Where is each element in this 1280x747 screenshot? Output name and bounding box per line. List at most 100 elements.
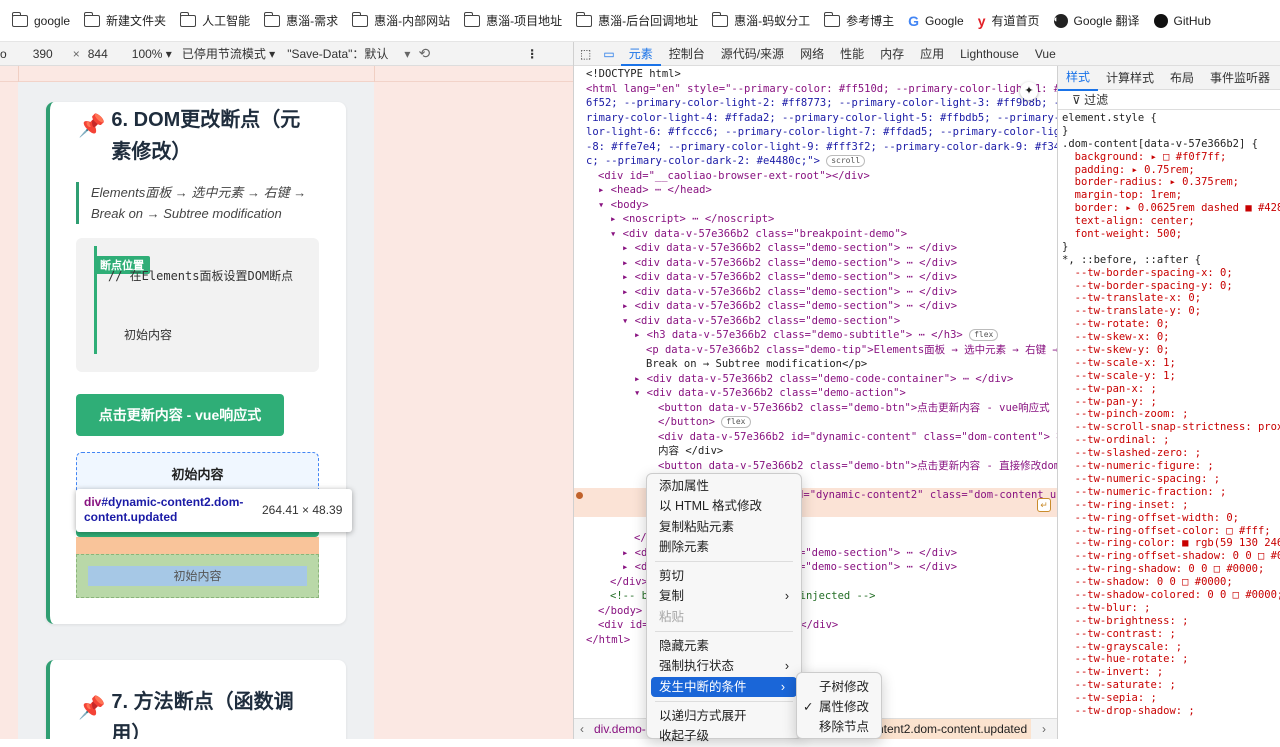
style-rule-line[interactable]: background: ▸ □ #f0f7ff;	[1058, 151, 1280, 164]
dom-tree-line[interactable]: ▸ <div data-v-57e366b2 class="demo-secti…	[574, 256, 1057, 271]
style-rule-line[interactable]: --tw-saturate: ;	[1058, 679, 1280, 692]
breadcrumb-right-arrow[interactable]: ›	[1042, 719, 1046, 739]
style-rule-line[interactable]: --tw-numeric-fraction: ;	[1058, 486, 1280, 499]
devtools-tab[interactable]: 内存	[872, 42, 912, 66]
rotate-icon[interactable]: ⟲	[418, 45, 430, 62]
dom-tree-line[interactable]: <div id="__caoliao-browser-ext-root"></d…	[574, 169, 1057, 184]
dom-tree-line[interactable]: </button> flex	[574, 415, 1057, 430]
throttle-select[interactable]: 已停用节流模式 ▾	[182, 45, 275, 62]
breadcrumb-left-arrow[interactable]: ‹	[580, 719, 584, 739]
style-rule-line[interactable]: --tw-ring-shadow: 0 0 □ #0000;	[1058, 563, 1280, 576]
styles-tab[interactable]: 计算样式	[1098, 66, 1162, 90]
menu-item[interactable]: 发生中断的条件 ›	[651, 676, 797, 697]
style-rule-line[interactable]: --tw-ring-offset-shadow: 0 0 □ #0	[1058, 550, 1280, 563]
style-rule-line[interactable]: margin-top: 1rem;	[1058, 189, 1280, 202]
dom-tree-line[interactable]: 6f52; --primary-color-light-2: #ff8773; …	[574, 96, 1057, 111]
inspect-icon[interactable]: ⬚	[574, 42, 597, 66]
dom-badge[interactable]: flex	[969, 329, 999, 341]
style-rule-line[interactable]: --tw-pinch-zoom: ;	[1058, 408, 1280, 421]
dom-tree-line[interactable]: ▸ <h3 data-v-57e366b2 class="demo-subtit…	[574, 328, 1057, 343]
bookmark-item[interactable]: 惠淄-蚂蚁分工	[711, 11, 810, 29]
style-rule-line[interactable]: --tw-rotate: 0;	[1058, 318, 1280, 331]
dom-tree-line[interactable]: -8: #ffe7e4; --primary-color-light-9: #f…	[574, 140, 1057, 155]
dom-tree-line[interactable]: <html lang="en" style="--primary-color: …	[574, 82, 1057, 97]
menu-item[interactable]: 强制执行状态 ›	[647, 656, 801, 676]
menu-item[interactable]: 删除元素	[647, 537, 801, 557]
menu-item[interactable]: 复制 ›	[647, 586, 801, 606]
style-rule-line[interactable]: --tw-contrast: ;	[1058, 628, 1280, 641]
dom-tree-line[interactable]: lor-light-6: #ffccc6; --primary-color-li…	[574, 125, 1057, 140]
bookmark-item[interactable]: GitHub	[1153, 13, 1211, 28]
style-rule-line[interactable]: element.style {	[1058, 112, 1280, 125]
dom-tree-line[interactable]: ▸ <noscript> ⋯ </noscript>	[574, 212, 1057, 227]
style-rule-line[interactable]: --tw-skew-x: 0;	[1058, 331, 1280, 344]
bookmark-item[interactable]: 惠淄-内部网站	[351, 11, 450, 29]
bookmark-item[interactable]: 人工智能	[179, 11, 250, 29]
device-height-input[interactable]: 844	[88, 47, 108, 61]
dom-tree-line[interactable]: Break on → Subtree modification</p>	[574, 357, 1057, 372]
save-data-select[interactable]: "Save-Data"：默认	[287, 45, 388, 62]
zoom-select[interactable]: 100% ▾	[132, 47, 172, 61]
device-dimensions-label[interactable]: o	[0, 47, 7, 61]
style-rule-line[interactable]: --tw-scroll-snap-strictness: prox	[1058, 421, 1280, 434]
style-rule-line[interactable]: --tw-shadow: 0 0 □ #0000;	[1058, 576, 1280, 589]
menu-item[interactable]: 隐藏元素	[647, 636, 801, 656]
style-rule-line[interactable]: --tw-invert: ;	[1058, 666, 1280, 679]
style-rule-line[interactable]: --tw-hue-rotate: ;	[1058, 653, 1280, 666]
dom-tree-line[interactable]: ▾ <div data-v-57e366b2 class="breakpoint…	[574, 227, 1057, 242]
style-rule-line[interactable]: .dom-content[data-v-57e366b2] {	[1058, 138, 1280, 151]
menu-item[interactable]: 以 HTML 格式修改	[647, 496, 801, 516]
dom-tree-line[interactable]: ▾ <div data-v-57e366b2 class="demo-actio…	[574, 386, 1057, 401]
dom-tree-line[interactable]: ▸ <head> ⋯ </head>	[574, 183, 1057, 198]
devtools-tab[interactable]: 应用	[912, 42, 952, 66]
dom-tree-line[interactable]: ▸ <div data-v-57e366b2 class="demo-secti…	[574, 270, 1057, 285]
style-rule-line[interactable]: --tw-numeric-spacing: ;	[1058, 473, 1280, 486]
submenu-item[interactable]: 子树修改	[797, 677, 881, 697]
breadcrumb-current[interactable]: ntent2.dom-content.updated	[873, 719, 1032, 739]
style-rule-line[interactable]: --tw-translate-y: 0;	[1058, 305, 1280, 318]
menu-item[interactable]: 添加属性	[647, 476, 801, 496]
dom-badge[interactable]: flex	[721, 416, 751, 428]
devtools-tab[interactable]: 性能	[832, 42, 872, 66]
style-rule-line[interactable]: --tw-brightness: ;	[1058, 615, 1280, 628]
breakpoint-dot-icon[interactable]	[576, 491, 583, 499]
dom-tree-line[interactable]: 内容 </div>	[574, 444, 1057, 459]
style-rule-line[interactable]: --tw-ring-color: ■ rgb(59 130 246	[1058, 537, 1280, 550]
style-rule-line[interactable]: font-weight: 500;	[1058, 228, 1280, 241]
dom-tree-line[interactable]: ▾ <div data-v-57e366b2 class="demo-secti…	[574, 314, 1057, 329]
dom-tree-line[interactable]: c; --primary-color-dark-2: #e4480c;"> sc…	[574, 154, 1057, 169]
bookmark-item[interactable]: G Google	[908, 13, 964, 29]
style-rule-line[interactable]: --tw-skew-y: 0;	[1058, 344, 1280, 357]
dom-tree-line[interactable]: <!DOCTYPE html>	[574, 67, 1057, 82]
style-rule-line[interactable]: --tw-scale-y: 1;	[1058, 370, 1280, 383]
styles-tab[interactable]: 事件监听器	[1202, 66, 1278, 90]
more-options-icon[interactable]: ⋮	[526, 47, 538, 61]
devtools-tab[interactable]: Vue	[1027, 42, 1064, 66]
dom-tree-line[interactable]: ▸ <div data-v-57e366b2 class="demo-secti…	[574, 241, 1057, 256]
style-rule-line[interactable]: --tw-ring-offset-color: □ #fff;	[1058, 525, 1280, 538]
submenu-item[interactable]: 移除节点	[797, 717, 881, 737]
style-rule-line[interactable]: padding: ▸ 0.75rem;	[1058, 164, 1280, 177]
device-toggle-icon[interactable]: ▭	[597, 42, 620, 66]
style-rule-line[interactable]: }	[1058, 125, 1280, 138]
menu-item[interactable]: 收起子级	[647, 726, 801, 746]
style-rule-line[interactable]: text-align: center;	[1058, 215, 1280, 228]
styles-filter[interactable]: ⊽ 过滤	[1058, 90, 1280, 110]
accessibility-icon[interactable]: ✦	[1020, 82, 1038, 100]
styles-tab[interactable]: 布局	[1162, 66, 1202, 90]
bookmark-item[interactable]: 惠淄-项目地址	[463, 11, 562, 29]
chevron-down-icon[interactable]: ▾	[404, 47, 410, 61]
style-rule-line[interactable]: --tw-blur: ;	[1058, 602, 1280, 615]
menu-item[interactable]: 以递归方式展开	[647, 706, 801, 726]
devtools-tab[interactable]: 元素	[620, 42, 661, 66]
menu-item[interactable]: 复制粘贴元素	[647, 517, 801, 537]
bookmark-item[interactable]: 新建文件夹	[83, 11, 166, 29]
bookmark-item[interactable]: 惠淄-后台回调地址	[575, 11, 698, 29]
dom-tree-line[interactable]: <button data-v-57e366b2 class="demo-btn"…	[574, 401, 1057, 416]
style-rule-line[interactable]: --tw-pan-x: ;	[1058, 383, 1280, 396]
menu-item[interactable]: 剪切	[647, 566, 801, 586]
style-rule-line[interactable]: --tw-translate-x: 0;	[1058, 292, 1280, 305]
dom-tree-line[interactable]: <button data-v-57e366b2 class="demo-btn"…	[574, 459, 1057, 474]
dom-tree-line[interactable]: <p data-v-57e366b2 class="demo-tip">Elem…	[574, 343, 1057, 358]
style-rule-line[interactable]: --tw-ordinal: ;	[1058, 434, 1280, 447]
